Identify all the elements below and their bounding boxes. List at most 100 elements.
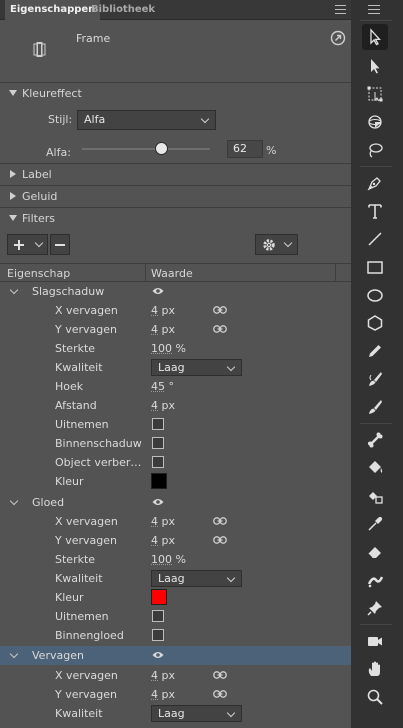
chevron-down-icon[interactable] bbox=[9, 285, 19, 295]
plus-icon bbox=[14, 240, 24, 250]
shadow-color-swatch[interactable] bbox=[151, 473, 167, 489]
quality-dropdown[interactable]: Laag bbox=[151, 705, 242, 722]
unit-label: px bbox=[161, 515, 176, 528]
blur-y-value[interactable]: 4 bbox=[151, 688, 158, 701]
section-color-effect[interactable]: Kleureffect bbox=[0, 82, 351, 104]
section-label[interactable]: Label bbox=[0, 163, 351, 185]
rectangle-icon[interactable] bbox=[362, 254, 388, 280]
chevron-down-icon[interactable] bbox=[9, 649, 19, 659]
eraser-icon[interactable] bbox=[362, 539, 388, 565]
chevron-down-icon bbox=[283, 238, 293, 248]
blur-blur-y-row: Y vervagen 4 px bbox=[0, 685, 351, 704]
quality-dropdown[interactable]: Laag bbox=[151, 570, 242, 587]
unit-label: px bbox=[161, 399, 176, 412]
blur-y-value[interactable]: 4 bbox=[151, 323, 158, 336]
inner-glow-checkbox[interactable] bbox=[152, 629, 164, 641]
camera-icon[interactable] bbox=[362, 628, 388, 654]
property-label: Y vervagen bbox=[55, 323, 117, 336]
unit-label: px bbox=[161, 304, 176, 317]
hide-object-checkbox[interactable] bbox=[152, 456, 164, 468]
tab-bar: Eigenschappen Bibliotheek bbox=[0, 0, 351, 20]
dropshadow-blur-y-row: Y vervagen 4 px bbox=[0, 320, 351, 339]
polystar-icon[interactable] bbox=[362, 310, 388, 336]
chevron-down-icon bbox=[200, 114, 210, 124]
section-sound[interactable]: Geluid bbox=[0, 185, 351, 207]
angle-value[interactable]: 45 bbox=[151, 380, 165, 393]
paint-brush-icon[interactable] bbox=[362, 366, 388, 392]
toolbar-menu-icon[interactable] bbox=[368, 5, 380, 14]
property-label: Afstand bbox=[55, 399, 97, 412]
glow-blur-x-row: X vervagen 4 px bbox=[0, 512, 351, 531]
free-transform-icon[interactable] bbox=[362, 81, 388, 107]
property-label: Sterkte bbox=[55, 342, 96, 355]
section-title: Geluid bbox=[22, 190, 58, 203]
text-icon[interactable] bbox=[362, 198, 388, 224]
external-link-icon[interactable] bbox=[330, 30, 346, 46]
property-label: X vervagen bbox=[55, 515, 118, 528]
link-icon[interactable] bbox=[213, 306, 227, 314]
style-dropdown[interactable]: Alfa bbox=[77, 110, 216, 130]
remove-filter-button[interactable] bbox=[50, 234, 70, 255]
blur-blur-x-row: X vervagen 4 px bbox=[0, 666, 351, 685]
tab-library[interactable]: Bibliotheek bbox=[86, 0, 160, 20]
filter-options-button[interactable] bbox=[255, 234, 298, 255]
inner-shadow-checkbox[interactable] bbox=[152, 437, 164, 449]
hand-icon[interactable] bbox=[362, 656, 388, 682]
quality-dropdown[interactable]: Laag bbox=[151, 359, 242, 376]
link-icon[interactable] bbox=[213, 690, 227, 698]
section-title: Filters bbox=[22, 212, 55, 225]
glow-color-swatch[interactable] bbox=[151, 589, 167, 605]
filter-dropshadow-row[interactable]: Slagschaduw bbox=[0, 282, 351, 301]
line-icon[interactable] bbox=[362, 226, 388, 252]
pen-icon[interactable] bbox=[362, 170, 388, 196]
alpha-unit: % bbox=[266, 144, 277, 157]
knockout-checkbox[interactable] bbox=[152, 418, 164, 430]
add-filter-button[interactable] bbox=[7, 234, 48, 255]
property-label: Binnengloed bbox=[55, 629, 124, 642]
panel-menu-icon[interactable] bbox=[335, 5, 346, 14]
filter-blur-row[interactable]: Vervagen bbox=[0, 646, 351, 665]
selection-tool-icon[interactable] bbox=[362, 24, 388, 50]
blur-x-value[interactable]: 4 bbox=[151, 515, 158, 528]
link-icon[interactable] bbox=[213, 325, 227, 333]
alpha-slider-thumb[interactable] bbox=[155, 142, 169, 155]
width-tool-icon[interactable] bbox=[362, 567, 388, 593]
bone-icon[interactable] bbox=[362, 427, 388, 453]
dropshadow-hide-row: Object verber… bbox=[0, 453, 351, 472]
knockout-checkbox[interactable] bbox=[152, 610, 164, 622]
alpha-input[interactable]: 62 bbox=[227, 140, 263, 158]
lasso-icon[interactable] bbox=[362, 137, 388, 163]
chevron-down-icon bbox=[226, 362, 236, 372]
section-title: Label bbox=[22, 168, 52, 181]
link-icon[interactable] bbox=[213, 536, 227, 544]
frame-icon bbox=[31, 41, 48, 58]
alpha-slider[interactable] bbox=[82, 142, 210, 155]
blur-y-value[interactable]: 4 bbox=[151, 534, 158, 547]
pencil-icon[interactable] bbox=[362, 338, 388, 364]
link-icon[interactable] bbox=[213, 517, 227, 525]
brush-icon[interactable] bbox=[362, 394, 388, 420]
3d-rotation-icon[interactable] bbox=[362, 109, 388, 135]
chevron-down-icon[interactable] bbox=[9, 496, 19, 506]
strength-value[interactable]: 100 bbox=[151, 342, 172, 355]
eye-icon[interactable] bbox=[152, 651, 164, 659]
ink-bottle-icon[interactable] bbox=[362, 483, 388, 509]
properties-panel: Eigenschappen Bibliotheek Frame Kleureff… bbox=[0, 0, 351, 728]
oval-icon[interactable] bbox=[362, 282, 388, 308]
zoom-icon[interactable] bbox=[362, 684, 388, 710]
subselection-tool-icon[interactable] bbox=[362, 53, 388, 79]
blur-x-value[interactable]: 4 bbox=[151, 669, 158, 682]
eye-icon[interactable] bbox=[152, 287, 164, 295]
section-filters[interactable]: Filters bbox=[0, 207, 351, 229]
blur-x-value[interactable]: 4 bbox=[151, 304, 158, 317]
pin-icon[interactable] bbox=[362, 595, 388, 621]
strength-value[interactable]: 100 bbox=[151, 553, 172, 566]
distance-value[interactable]: 4 bbox=[151, 399, 158, 412]
property-label: Y vervagen bbox=[55, 688, 117, 701]
column-property: Eigenschap bbox=[7, 267, 71, 280]
eyedropper-icon[interactable] bbox=[362, 511, 388, 537]
eye-icon[interactable] bbox=[152, 498, 164, 506]
paint-bucket-icon[interactable] bbox=[362, 455, 388, 481]
filter-glow-row[interactable]: Gloed bbox=[0, 493, 351, 512]
link-icon[interactable] bbox=[213, 671, 227, 679]
